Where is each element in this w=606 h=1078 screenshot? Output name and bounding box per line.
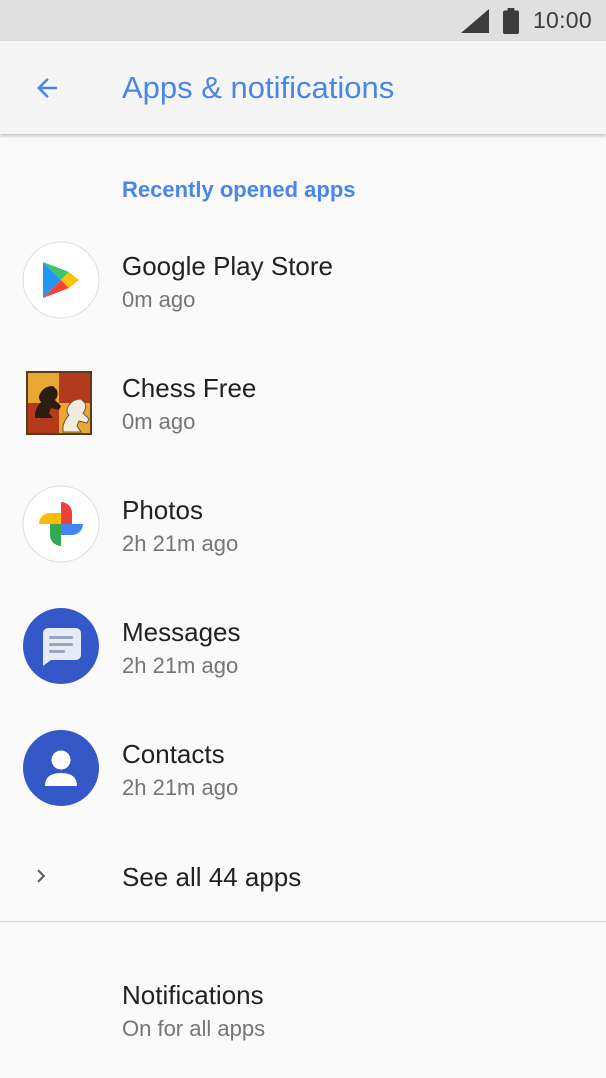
list-item-chess-free[interactable]: Chess Free 0m ago [0,342,606,464]
google-play-store-icon [21,240,101,320]
recent-apps-header: Recently opened apps [122,177,356,202]
app-last-opened: 2h 21m ago [122,775,239,800]
status-icons: 10:00 [460,0,592,41]
messages-icon [21,606,101,686]
status-clock: 10:00 [532,7,592,33]
app-name: Google Play Store [122,251,334,281]
list-item-contacts[interactable]: Contacts 2h 21m ago [0,708,606,830]
app-bar: Apps & notifications [0,41,606,134]
app-last-opened: 0m ago [122,409,196,434]
list-item-google-play-store[interactable]: Google Play Store 0m ago [0,220,606,342]
status-bar: 10:00 [0,0,606,41]
chevron-right-icon [28,863,54,889]
app-last-opened: 2h 21m ago [122,531,239,556]
arrow-back-icon [37,78,57,98]
contacts-icon [21,728,101,808]
notifications-summary: On for all apps [122,1016,266,1041]
see-all-apps-label: See all 44 apps [122,862,302,892]
page-title: Apps & notifications [122,70,395,105]
chess-free-icon [21,362,101,442]
app-last-opened: 2h 21m ago [122,653,239,678]
google-photos-icon [21,484,101,564]
app-name: Messages [122,617,241,647]
notifications-title: Notifications [122,980,264,1010]
list-item-photos[interactable]: Photos 2h 21m ago [0,464,606,586]
app-name: Chess Free [122,373,257,403]
battery-icon [502,7,519,34]
notifications-setting[interactable]: Notifications On for all apps [0,954,606,1064]
app-name: Contacts [122,739,225,769]
app-name: Photos [122,495,203,525]
back-button[interactable] [23,64,71,112]
see-all-apps-button[interactable]: See all 44 apps [0,836,606,920]
app-last-opened: 0m ago [122,287,196,312]
cell-signal-icon [460,8,489,33]
divider [0,921,606,922]
list-item-messages[interactable]: Messages 2h 21m ago [0,586,606,708]
